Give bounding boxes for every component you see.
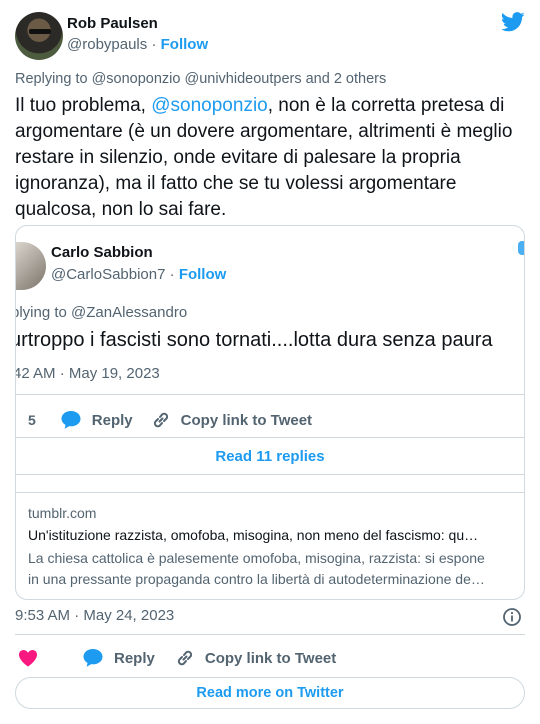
link-preview-card[interactable]: tumblr.com Un'istituzione razzista, omof… xyxy=(16,492,524,599)
quoted-author-handle[interactable]: @CarloSabbion7 xyxy=(51,266,165,283)
quoted-author-name[interactable]: Carlo Sabbion xyxy=(51,244,153,261)
sunglasses-detail xyxy=(29,29,51,34)
quoted-copy-link-label: Copy link to Tweet xyxy=(180,411,313,429)
read-replies-button[interactable]: Read 11 replies xyxy=(16,448,524,465)
copy-link-label: Copy link to Tweet xyxy=(204,649,337,667)
copy-link-button[interactable]: Copy link to Tweet xyxy=(175,648,336,668)
quoted-divider-mid xyxy=(16,437,524,438)
link-card-title: Un'istituzione razzista, omofoba, misogi… xyxy=(28,527,479,543)
quoted-follow-button[interactable]: Follow xyxy=(179,266,227,283)
read-more-on-twitter-button[interactable]: Read more on Twitter xyxy=(15,677,525,709)
quoted-like-count[interactable]: 5 xyxy=(28,412,36,428)
mention-link[interactable]: @sonoponzio xyxy=(151,95,267,116)
author-handle[interactable]: @robypauls xyxy=(67,36,147,53)
reply-bubble-icon xyxy=(83,649,103,667)
quoted-reply-button[interactable]: Reply xyxy=(60,410,133,430)
reply-bubble-icon xyxy=(61,411,81,429)
quoted-replying-to[interactable]: plying to @ZanAlessandro xyxy=(16,304,524,321)
link-card-description-line1: La chiesa cattolica è palesemente omofob… xyxy=(28,550,485,566)
author-avatar[interactable] xyxy=(15,12,63,60)
follow-button[interactable]: Follow xyxy=(161,36,209,53)
link-card-description-line2: in una pressante propaganda contro la li… xyxy=(28,571,485,587)
replying-to[interactable]: Replying to @sonoponzio @univhideoutpers… xyxy=(15,71,386,87)
tweet-text-start: Il tuo problema, xyxy=(15,95,152,116)
tweet-timestamp[interactable]: 9:53 AM · May 24, 2023 xyxy=(15,607,174,624)
quoted-tweet-card[interactable]: Carlo Sabbion @CarloSabbion7 · Follow pl… xyxy=(15,225,525,600)
quoted-copy-link-button[interactable]: Copy link to Tweet xyxy=(151,410,312,430)
reply-button[interactable]: Reply xyxy=(82,648,155,668)
quoted-reply-label: Reply xyxy=(91,411,133,429)
author-handle-line: @robypauls · Follow xyxy=(67,36,208,53)
heart-icon xyxy=(19,650,37,667)
tweet-text: Il tuo problema, @sonoponzio, non è la c… xyxy=(15,93,527,223)
main-divider xyxy=(15,634,525,635)
reply-label: Reply xyxy=(114,649,155,667)
link-card-domain: tumblr.com xyxy=(28,505,97,521)
link-icon xyxy=(153,412,168,428)
twitter-bird-icon[interactable] xyxy=(501,12,525,32)
quoted-divider-top xyxy=(16,394,524,395)
quoted-divider-bottom xyxy=(16,474,524,475)
quoted-actions-bar: 5 Reply Copy link to Tweet xyxy=(28,409,508,431)
quoted-tweet-time[interactable]: 42 AM · May 19, 2023 xyxy=(16,365,316,382)
quoted-tweet-text: urtroppo i fascisti sono tornati....lott… xyxy=(16,329,493,351)
link-card-description: La chiesa cattolica è palesemente omofob… xyxy=(28,548,513,590)
like-button[interactable] xyxy=(18,649,48,667)
quoted-twitter-bird-icon[interactable] xyxy=(518,241,524,255)
link-card-divider xyxy=(16,492,524,493)
author-name[interactable]: Rob Paulsen xyxy=(67,15,158,32)
tweet-header: Rob Paulsen @robypauls · Follow xyxy=(15,12,525,62)
tweet-actions-bar: Reply Copy link to Tweet xyxy=(18,646,356,670)
link-icon xyxy=(177,650,192,666)
quoted-author-avatar[interactable] xyxy=(16,242,46,290)
handle-separator: · xyxy=(151,36,157,53)
quoted-author-handle-line: @CarloSabbion7 · Follow xyxy=(51,266,226,283)
quoted-handle-separator: · xyxy=(169,266,175,283)
info-icon[interactable] xyxy=(502,607,522,627)
